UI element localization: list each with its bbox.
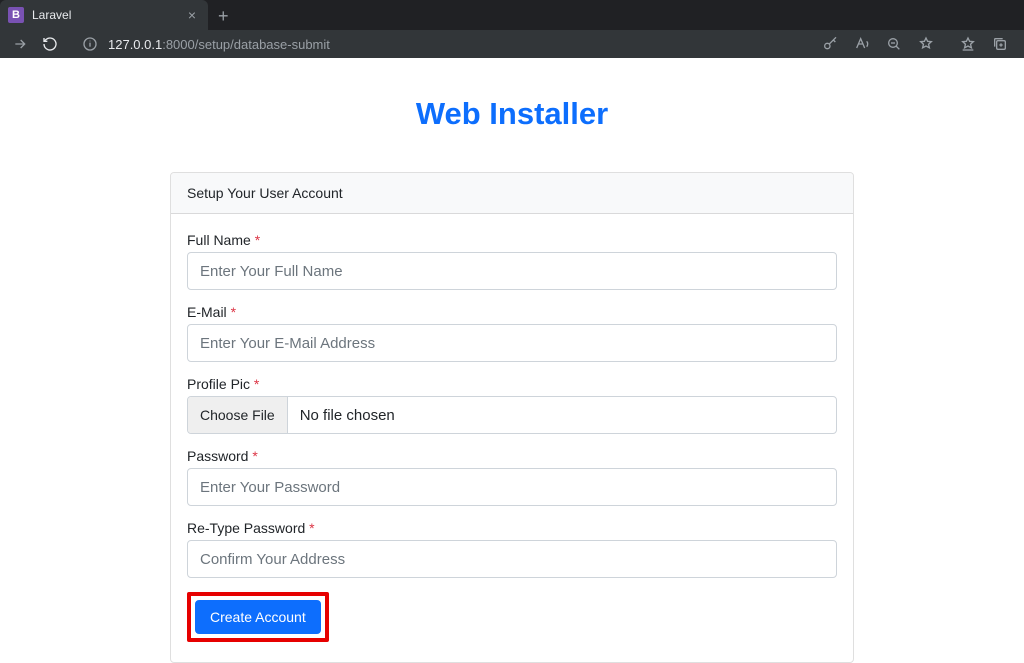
close-icon[interactable]: × [184,7,200,23]
zoom-out-icon[interactable] [886,36,902,52]
form-group-full-name: Full Name * [187,232,837,290]
profile-pic-label: Profile Pic * [187,376,259,392]
profile-pic-input[interactable]: Choose File No file chosen [187,396,837,434]
password-icon[interactable] [822,36,838,52]
account-card: Setup Your User Account Full Name * E-Ma… [170,172,854,663]
tab-title: Laravel [32,8,176,22]
password-label: Password * [187,448,258,464]
toolbar-right [822,36,1012,52]
form-group-email: E-Mail * [187,304,837,362]
tab-favicon: B [8,7,24,23]
card-header: Setup Your User Account [171,173,853,214]
retype-password-input[interactable] [187,540,837,578]
new-tab-button[interactable]: + [208,2,239,30]
form-group-password: Password * [187,448,837,506]
reload-button[interactable] [42,36,58,52]
url-field[interactable]: 127.0.0.1:8000/setup/database-submit [72,36,808,52]
full-name-input[interactable] [187,252,837,290]
read-aloud-icon[interactable] [854,36,870,52]
url-text: 127.0.0.1:8000/setup/database-submit [108,37,330,52]
info-icon[interactable] [82,36,98,52]
full-name-label: Full Name * [187,232,260,248]
favorite-icon[interactable] [918,36,934,52]
page-title: Web Installer [0,96,1024,132]
browser-tab[interactable]: B Laravel × [0,0,208,30]
forward-button[interactable] [12,36,28,52]
address-bar: 127.0.0.1:8000/setup/database-submit [0,30,1024,58]
page-content: Web Installer Setup Your User Account Fu… [0,96,1024,663]
email-input[interactable] [187,324,837,362]
tab-bar: B Laravel × + [0,0,1024,30]
browser-chrome: B Laravel × + 127.0.0.1:8000/setup/datab… [0,0,1024,58]
retype-password-label: Re-Type Password * [187,520,315,536]
favorites-bar-icon[interactable] [960,36,976,52]
card-body: Full Name * E-Mail * Profile Pic * Choos… [171,214,853,662]
choose-file-button[interactable]: Choose File [188,397,288,433]
collections-icon[interactable] [992,36,1008,52]
form-group-profile-pic: Profile Pic * Choose File No file chosen [187,376,837,434]
form-group-retype-password: Re-Type Password * [187,520,837,578]
file-status: No file chosen [288,397,407,433]
highlight-annotation: Create Account [187,592,329,642]
email-label: E-Mail * [187,304,236,320]
password-input[interactable] [187,468,837,506]
create-account-button[interactable]: Create Account [195,600,321,634]
